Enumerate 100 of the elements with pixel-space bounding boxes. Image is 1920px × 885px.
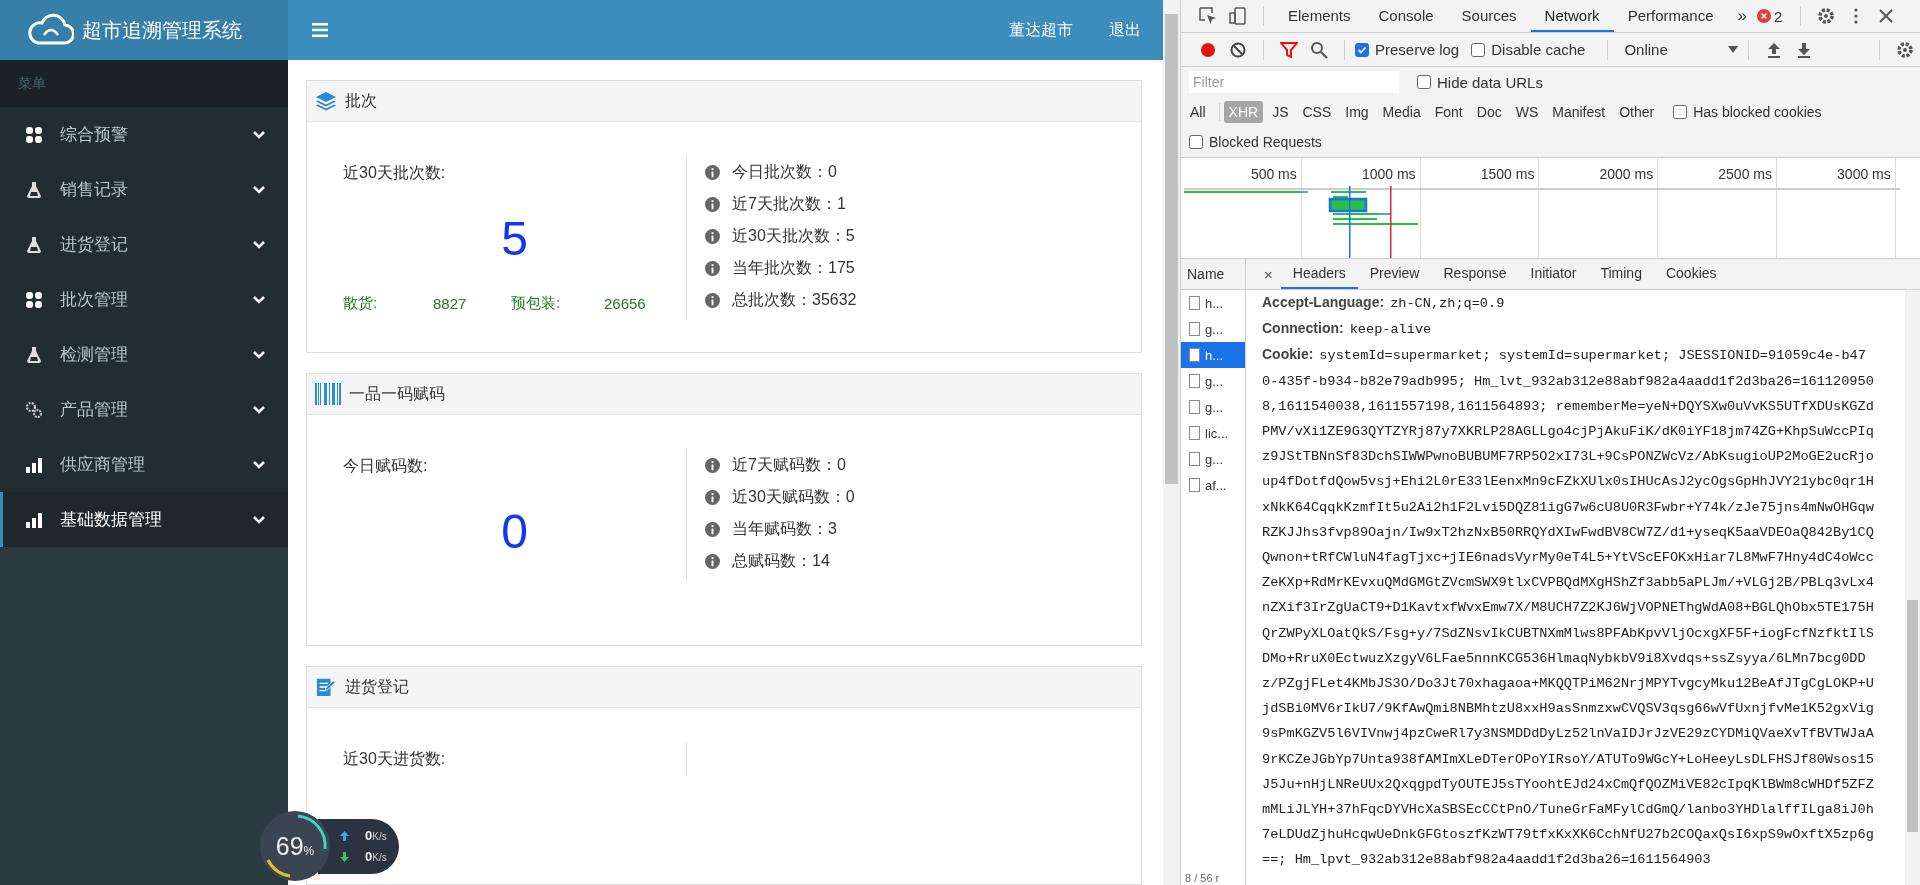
file-icon (1189, 374, 1200, 388)
sidebar-item[interactable]: 综合预警 (0, 107, 288, 162)
request-count: 8 / 56 r (1185, 872, 1220, 884)
stat-text: 今日批次数：0 (732, 161, 837, 182)
checkbox[interactable] (1673, 105, 1688, 119)
throttling-dropdown[interactable]: Online (1624, 41, 1738, 58)
stat-text: 当年批次数：175 (732, 257, 855, 278)
sidebar-item[interactable]: 销售记录 (0, 162, 288, 217)
close-icon[interactable] (1877, 7, 1896, 25)
card-title: 进货登记 (345, 676, 409, 697)
type-filter[interactable]: CSS (1297, 101, 1337, 123)
checkbox[interactable] (1355, 42, 1369, 57)
device-icon[interactable] (1229, 7, 1247, 25)
stat-text: 当年赋码数：3 (732, 518, 837, 539)
chevron-down-icon (252, 349, 266, 360)
chevron-down-icon (252, 184, 266, 195)
upload-speed: 0K/s (365, 828, 387, 843)
type-filter[interactable]: All (1185, 101, 1211, 123)
details-tab[interactable]: Headers (1280, 259, 1358, 289)
breakdown-label: 散货: (343, 293, 379, 313)
header-line: Connection: keep-alive (1262, 319, 1433, 340)
checkbox[interactable] (1189, 135, 1203, 149)
checkbox-label[interactable]: Has blocked cookies (1693, 104, 1822, 120)
breakdown-value: 26656 (604, 294, 646, 312)
flask-icon (26, 236, 42, 253)
close-button[interactable]: × (1256, 259, 1281, 289)
search-icon[interactable] (1310, 40, 1328, 59)
scrollbar[interactable] (1163, 0, 1180, 885)
info-icon (705, 553, 720, 569)
type-filter[interactable]: Doc (1471, 101, 1507, 123)
user-name[interactable]: 董达超市 (1009, 19, 1073, 41)
chevron-down-icon (252, 239, 266, 250)
devtools-tab[interactable]: Sources (1447, 0, 1531, 32)
cloud-logo-icon (28, 13, 74, 47)
menu-icon[interactable] (312, 23, 328, 37)
request-row[interactable]: h... (1181, 290, 1245, 316)
request-row[interactable]: g... (1181, 368, 1245, 394)
record-icon[interactable] (1199, 40, 1217, 59)
request-row[interactable]: h... (1181, 342, 1245, 368)
details-tab[interactable]: Preview (1357, 259, 1432, 289)
logout-link[interactable]: 退出 (1109, 19, 1141, 41)
checkbox-label[interactable]: Hide data URLs (1437, 73, 1543, 91)
flask-icon (26, 346, 42, 363)
info-icon (705, 521, 720, 537)
time-tick: 3000 ms (1837, 166, 1891, 182)
inspect-icon[interactable] (1199, 7, 1217, 25)
request-row[interactable]: g... (1181, 316, 1245, 342)
card-title: 一品一码赋码 (349, 383, 445, 404)
request-row[interactable]: g... (1181, 446, 1245, 472)
sidebar-item[interactable]: 进货登记 (0, 217, 288, 272)
filter-icon[interactable] (1280, 40, 1298, 59)
sidebar-item[interactable]: 基础数据管理 (0, 492, 288, 547)
devtools-tab[interactable]: Performance (1613, 0, 1728, 32)
checkbox-label[interactable]: Blocked Requests (1209, 134, 1322, 150)
arrow-down-icon (340, 851, 349, 862)
time-tick: 2000 ms (1599, 166, 1654, 182)
column-header[interactable]: Name (1181, 259, 1245, 290)
request-row[interactable]: g... (1181, 394, 1245, 420)
checkbox[interactable] (1417, 75, 1431, 89)
type-filter[interactable]: Manifest (1547, 101, 1611, 123)
chevron-down-icon (252, 514, 266, 525)
devtools-tab[interactable]: Elements (1274, 0, 1365, 32)
details-tab[interactable]: Response (1431, 259, 1519, 289)
checkbox[interactable] (1471, 42, 1486, 57)
filter-field[interactable]: Filter (1189, 71, 1399, 93)
settings-icon[interactable] (1817, 7, 1836, 25)
file-icon (1189, 400, 1200, 414)
type-filter[interactable]: Other (1614, 101, 1660, 123)
details-tab[interactable]: Initiator (1518, 259, 1589, 289)
more-tabs[interactable]: » (1727, 6, 1757, 26)
details-tab[interactable]: Cookies (1653, 259, 1729, 289)
details-tab[interactable]: Timing (1588, 259, 1654, 289)
sidebar-item[interactable]: 供应商管理 (0, 437, 288, 492)
type-filter[interactable]: JS (1267, 101, 1294, 123)
checkbox-label[interactable]: Preserve log (1375, 41, 1460, 58)
devtools-tab[interactable]: Console (1364, 0, 1448, 32)
bar-chart-icon (26, 511, 42, 528)
stat-text: 近30天赋码数：0 (732, 486, 855, 507)
type-filter[interactable]: Media (1377, 101, 1426, 123)
stat-label: 近30天进货数: (343, 749, 447, 769)
sidebar-item[interactable]: 检测管理 (0, 327, 288, 382)
request-row[interactable]: af... (1181, 472, 1245, 498)
sidebar-item[interactable]: 批次管理 (0, 272, 288, 327)
usage-percent: 69% (275, 831, 315, 861)
info-icon (705, 196, 720, 212)
caret-icon (1727, 46, 1738, 53)
error-count[interactable]: 2 (1773, 7, 1783, 25)
sidebar-item[interactable]: 产品管理 (0, 382, 288, 437)
header-line: Cookie: systemId=supermarket; systemId=supermarket; JSESSIONID=91059c4e-b470-435f-b934-b82e79adb995; Hm_lvt_932ab312e88abf982a4aadd1f2d3ba26=1611209508,1611540038,1611557198,1611564893; rememberMe=yeN+DQYSXw0uVvKS5UTfXDUsKGZdPMV/vXi1ZE9G3QYTZYRj87y7XKRLP28AGLLgo4cjPjAkuFiK/dK0iYF18jm74ZG+KhpSuWccPIqz9JStTBNnSf83DchSIWWPwnoBUBUMF7RP5O2xI73L+9CsPONZWcVz/AbKsugioUP2MoGE2ucRjoup4fDotfdQow5vsj+Ehi2L0rE33lEenxMn9cFZkXUlx0sIHUcAsJ2ycOgsGpHhJVY21ybc0qr1HxNkK64CqqkKzmfIt5u2Ai2h1F2Lvi5DQZ81igG7w6cU8U0R3Fwbr+Y74k/zJe75jns4mNwOHGqwRZKJJhs3fvp89Oajn/Iw9xT2hzNxB50RRQYdXIwFwdBV8CW7Z/d1+yseqK5aaVDEOaQ842By1CQQwnon+tRfCWluN4fagTjxc+jIE6nadsVyrMy0eT4L5+YtVScEFOKxHiar7L8MwF7Hny4dC4oWccZeKXp+RdMrKEvxuQMdGMGtZVcmSWX9tlxCVPBQdMXgHShZf3abb5aPLJm/+VLGj2B/PBLq3vLx4nZXif3IrZgUaCT9+D1KavtxfWvxEmw7X/M8UCH7Z2KJ6WjVOPNEThgWdA08+BGLQhObx5TE175HQrZWPyXLOatQkS/Fsg+y/7SdZNsvIkCUBTNXmMlws8PFAbKpvVljOcxgXF5F+iogFcfNzfktIlSDMo+RruX0EctwuzXzgyV6LFae5nnnKCG536HlmaqNybkbV9i8Xvdqs+ssZsyya/6LMn7bcg0DDz/PZgjFLet4KMbJS3O/Do3Jt70xhagaoa+MKQQTPiM62NrjMPYTvgcyMku12BeAfJTgCgLOKP+UjdSBi0MV6rIkU7/9KfAwQmi8NBMhtzU8xxH9asSnmzxwCVQSV3qsg66wVfUxnjfvMe1K52gxVig9sPmKGZV5l6VIVnwj4pzCweRl7y3NSMDDdDyLz52lnVaIDJrJzVE29zCYDMiQVaeXvTfBVTWJaA9rKCZeJGbYp7Unta938fAMImXLeDTerOPoYIRsoY/ATUTo9WGcY+LoHeeyLsDLFHSJf80Wsos15J5Ju+nHjLNReUUx2QxqgpdTyOUTEJ5sTYoohtEJd24xCmQfQOZMiVE82cIpqKlBWm8cWHDf5ZFZmMLiJLYH+37hFqcDYVHcXaSBSEcCCtPnO/TuneGrFaMFylCdGmQ/lanbo3YHDlalffILga8iJ0h7eLDUdZjhuHcqwUeDnkGFGtoszfKzWT79tfxKxXK6CchNfU27b2COQaxQsI6xpS9wOxftX5zp6g==; Hm_lpvt_932ab312e88abf982a4aadd1f2d3ba26=1611564903 (1262, 345, 1874, 870)
type-filter[interactable]: WS (1510, 101, 1544, 123)
type-filter[interactable]: Font (1429, 101, 1468, 123)
scrollbar[interactable] (1905, 290, 1920, 885)
big-number: 5 (501, 210, 528, 266)
settings-icon[interactable] (1896, 40, 1914, 59)
request-row[interactable]: lic... (1181, 420, 1245, 446)
clear-icon[interactable] (1229, 40, 1247, 59)
type-filter[interactable]: Img (1340, 101, 1374, 123)
checkbox-label[interactable]: Disable cache (1491, 41, 1586, 58)
file-icon (1189, 296, 1200, 310)
info-icon (705, 164, 720, 180)
